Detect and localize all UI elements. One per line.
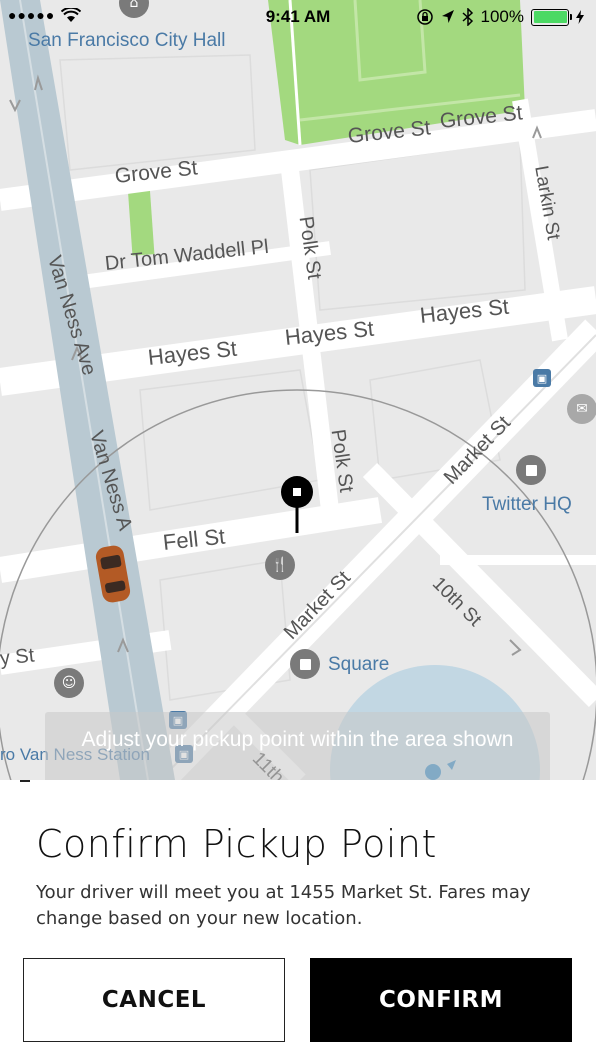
map-view[interactable]: Grove St Grove St Grove St Dr Tom Waddel… (0, 0, 596, 780)
location-arrow-icon (441, 10, 454, 23)
status-bar: ●●●●● 9:41 AM 100% (0, 0, 596, 34)
cancel-button[interactable]: CANCEL (23, 958, 285, 1042)
battery-icon (531, 8, 572, 26)
place-label-square: Square (328, 654, 390, 675)
confirm-button[interactable]: CONFIRM (310, 958, 572, 1042)
orientation-lock-icon (416, 9, 433, 25)
sheet-description: Your driver will meet you at 1455 Market… (36, 882, 531, 929)
place-marker-icon[interactable] (516, 455, 546, 485)
battery-percent: 100% (480, 7, 524, 26)
confirm-pickup-sheet: Confirm Pickup Point Your driver will me… (0, 780, 596, 1064)
theater-icon[interactable]: ☺ (54, 668, 84, 698)
sheet-title: Confirm Pickup Point (36, 822, 437, 866)
charging-bolt-icon (576, 10, 584, 24)
restaurant-icon[interactable]: 🍴 (265, 550, 295, 580)
place-label-twitter-hq: Twitter HQ (482, 494, 572, 515)
sheet-grip[interactable] (20, 780, 30, 782)
transit-icon: ▣ (533, 369, 551, 387)
shopping-icon[interactable]: ✉ (567, 394, 596, 424)
bluetooth-icon (462, 8, 473, 26)
place-marker-icon[interactable] (290, 649, 320, 679)
street-label: y St (0, 644, 36, 670)
